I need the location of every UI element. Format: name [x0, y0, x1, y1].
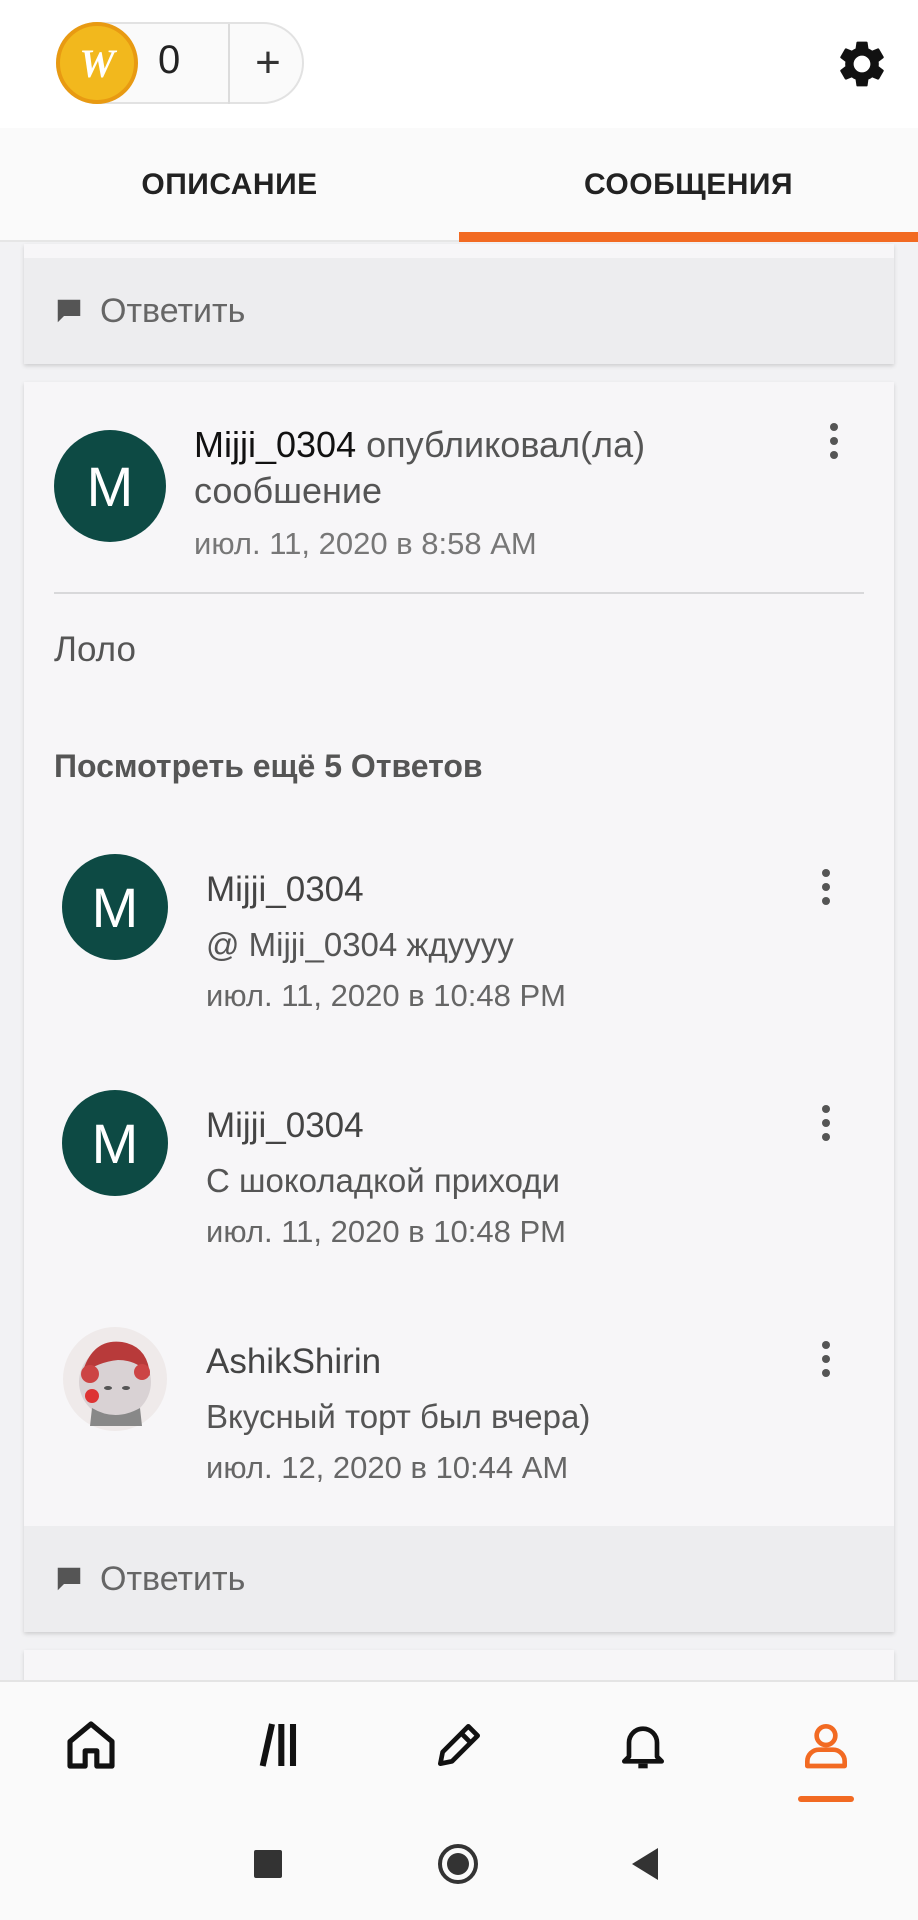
reply-author[interactable]: Mijji_0304: [206, 870, 364, 910]
recents-button[interactable]: [254, 1850, 282, 1878]
tab-bar: ОПИСАНИЕ СООБЩЕНИЯ: [0, 128, 918, 242]
post-author[interactable]: Mijji_0304: [194, 424, 356, 465]
reply-bar-top[interactable]: Ответить: [24, 258, 894, 364]
view-more-replies-link[interactable]: Посмотреть ещё 5 Ответов: [54, 748, 483, 785]
tab-messages[interactable]: СООБЩЕНИЯ: [459, 128, 918, 242]
reply-label: Ответить: [100, 291, 246, 330]
reply-avatar-image[interactable]: [62, 1326, 168, 1432]
reply-author[interactable]: Mijji_0304: [206, 1106, 364, 1146]
message-card: M Mijji_0304 опубликовал(ла) сообшение и…: [24, 382, 894, 1632]
gear-icon[interactable]: [834, 36, 890, 92]
coin-icon: W: [56, 22, 138, 104]
reply-timestamp: июл. 12, 2020 в 10:44 AM: [206, 1450, 569, 1485]
home-button[interactable]: [438, 1844, 478, 1884]
more-options-icon[interactable]: [822, 420, 846, 464]
reply-more-options-icon[interactable]: [814, 1102, 838, 1146]
coin-divider: [228, 24, 230, 104]
reply-timestamp: июл. 11, 2020 в 10:48 PM: [206, 1214, 566, 1249]
pencil-icon[interactable]: [424, 1710, 494, 1780]
reply-timestamp: июл. 11, 2020 в 10:48 PM: [206, 978, 566, 1013]
reply-text: @ Mijji_0304 ждуууу: [206, 926, 514, 963]
reply-more-options-icon[interactable]: [814, 1338, 838, 1382]
tab-description[interactable]: ОПИСАНИЕ: [0, 128, 459, 242]
profile-icon[interactable]: [791, 1710, 861, 1780]
reply-author[interactable]: AshikShirin: [206, 1342, 381, 1382]
reply-text: Вкусный торт был вчера): [206, 1398, 591, 1435]
reply-bar[interactable]: Ответить: [24, 1526, 894, 1632]
reply-avatar[interactable]: M: [62, 1090, 168, 1196]
bell-icon[interactable]: [608, 1710, 678, 1780]
back-button[interactable]: [632, 1848, 658, 1880]
reply-avatar[interactable]: M: [62, 854, 168, 960]
coin-count: 0: [158, 38, 181, 82]
home-icon[interactable]: [56, 1710, 126, 1780]
reply-label: Ответить: [100, 1559, 246, 1598]
library-icon[interactable]: [244, 1710, 314, 1780]
avatar[interactable]: M: [54, 430, 166, 542]
reply-more-options-icon[interactable]: [814, 866, 838, 910]
comment-icon: [57, 299, 81, 323]
post-timestamp: июл. 11, 2020 в 8:58 AM: [194, 526, 537, 561]
post-body: Лоло: [54, 630, 136, 669]
reply-text: С шоколадкой приходи: [206, 1162, 560, 1199]
top-bar: W 0 +: [0, 0, 918, 128]
active-tab-indicator: [459, 232, 918, 242]
post-header-line: Mijji_0304 опубликовал(ла): [194, 424, 645, 466]
divider: [54, 592, 864, 594]
add-coins-button[interactable]: +: [238, 28, 298, 98]
post-action-line2: сообшение: [194, 470, 382, 511]
active-nav-indicator: [798, 1796, 854, 1802]
post-action: опубликовал(ла): [366, 424, 646, 465]
comment-icon: [57, 1567, 81, 1591]
